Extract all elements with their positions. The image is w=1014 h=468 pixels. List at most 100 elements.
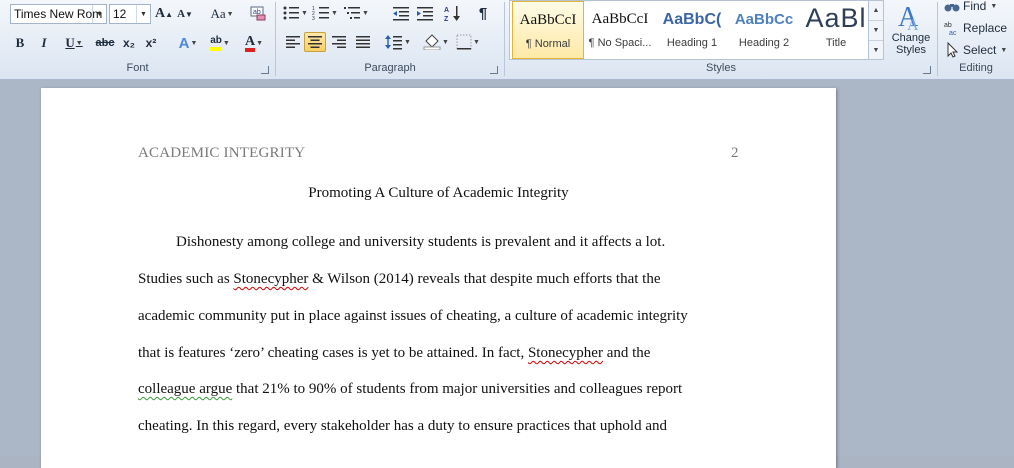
document-title[interactable]: Promoting A Culture of Academic Integrit… (138, 185, 739, 202)
change-case-button[interactable]: Aa ▼ (207, 4, 237, 24)
misspelled-word[interactable]: Stonecypher (233, 271, 308, 287)
dialog-launcher-icon[interactable]: ↘ (490, 66, 498, 74)
subscript-button[interactable]: x₂ (120, 33, 138, 53)
bold-button[interactable]: B (12, 33, 28, 53)
numbered-list-icon: 123 (312, 6, 330, 21)
font-color-button[interactable]: A ▼ (240, 33, 268, 53)
multilevel-list-button[interactable]: ▼ (342, 3, 370, 23)
find-button[interactable]: Find ▼ (944, 0, 1010, 16)
text-run: & Wilson (2014) (312, 271, 414, 287)
dialog-launcher-icon[interactable]: ↘ (923, 66, 931, 74)
show-formatting-marks-button[interactable]: ¶ (472, 3, 494, 23)
italic-button[interactable]: I (36, 33, 52, 53)
style-title[interactable]: AaBl Title (800, 1, 872, 59)
running-header[interactable]: ACADEMIC INTEGRITY (138, 145, 305, 162)
binoculars-icon (944, 4, 960, 12)
text-run: that 21% to 90% of students from major u… (236, 381, 683, 397)
paragraph-line[interactable]: colleague argue that 21% to 90% of stude… (138, 381, 682, 398)
paragraph-line[interactable]: cheating. In this regard, every stakehol… (138, 418, 667, 435)
strikethrough-button[interactable]: abc (94, 33, 116, 53)
chevron-down-icon: ▼ (1000, 46, 1008, 54)
styles-gallery-scrollbar[interactable]: ▲ ▼ ▼ (869, 0, 884, 60)
misspelled-word[interactable]: Stonecypher (528, 345, 603, 361)
svg-text:3: 3 (312, 16, 315, 21)
font-group: Times New Rom ▼ 12 ▼ A ▲ A ▼ Aa ▼ ab B I U ▼… (0, 0, 275, 79)
style-heading-1[interactable]: AaBbC( Heading 1 (656, 1, 728, 59)
paragraph-group-label: Paragraph (364, 62, 416, 74)
align-center-button[interactable] (304, 32, 326, 52)
text-run: reveals that despite much efforts that t… (417, 271, 661, 287)
text-run: and the (606, 345, 651, 361)
paragraph-line[interactable]: academic community put in place against … (138, 308, 688, 325)
bullet-list-icon (283, 6, 300, 20)
grow-font-button[interactable]: A ▲ (155, 4, 173, 24)
increase-indent-button[interactable] (414, 3, 436, 23)
up-arrow-icon: ▲ (165, 9, 174, 19)
paragraph-line[interactable]: Dishonesty among college and university … (176, 234, 665, 251)
paragraph-line[interactable]: Studies such as Stonecypher & Wilson (20… (138, 271, 661, 288)
font-size-combo[interactable]: 12 ▼ (109, 4, 151, 24)
chevron-down-icon[interactable]: ▼ (136, 5, 150, 23)
select-label: Select (963, 43, 997, 57)
text-effects-button[interactable]: A ▼ (174, 33, 202, 53)
style-preview: AaBbCcI (519, 12, 577, 28)
chevron-down-icon: ▼ (190, 39, 198, 47)
font-group-label: Font (126, 62, 149, 74)
highlighter-icon: ab (210, 35, 222, 51)
chevron-down-icon: ▼ (442, 38, 449, 46)
svg-text:ac: ac (949, 30, 957, 36)
scroll-up-icon[interactable]: ▲ (869, 1, 883, 21)
align-right-button[interactable] (328, 32, 350, 52)
page-number[interactable]: 2 (731, 145, 739, 162)
decrease-indent-button[interactable] (390, 3, 412, 23)
outdent-icon (393, 7, 409, 21)
chevron-down-icon: ▼ (331, 9, 338, 17)
style-name: Title (825, 37, 847, 49)
numbering-button[interactable]: 1 2 3 ▼ (312, 3, 338, 23)
style-name: ¶ No Spaci... (588, 37, 652, 49)
shading-button[interactable]: ▼ (422, 32, 450, 52)
change-styles-label: Change Styles (891, 32, 931, 56)
chevron-down-icon[interactable]: ▼ (92, 5, 106, 23)
change-styles-button[interactable]: AA Change Styles (888, 0, 934, 60)
style-preview: AaBbCcI (591, 11, 649, 27)
paint-bucket-icon (423, 34, 441, 50)
style-normal[interactable]: AaBbCcI ¶ Normal (512, 1, 584, 59)
styles-group-label: Styles (706, 62, 736, 74)
svg-text:A: A (444, 7, 449, 14)
style-heading-2[interactable]: AaBbCc Heading 2 (728, 1, 800, 59)
grammar-flagged-phrase[interactable]: colleague argue (138, 381, 232, 397)
text-run: that is features ‘zero’ cheating cases i… (138, 345, 525, 361)
replace-label: Replace (963, 21, 1008, 35)
replace-button[interactable]: ab ac Replace (944, 18, 1014, 38)
eraser-icon: ab (250, 6, 266, 21)
font-name-combo[interactable]: Times New Rom ▼ (10, 4, 107, 24)
align-left-button[interactable] (282, 32, 304, 52)
borders-button[interactable]: ▼ (454, 32, 482, 52)
sort-button[interactable]: AZ (442, 3, 464, 23)
superscript-button[interactable]: x² (142, 33, 160, 53)
more-icon[interactable]: ▼ (869, 41, 883, 60)
document-page[interactable]: ACADEMIC INTEGRITY 2 Promoting A Culture… (41, 88, 836, 468)
style-no-spacing[interactable]: AaBbCcI ¶ No Spaci... (584, 1, 656, 59)
shrink-font-button[interactable]: A ▼ (176, 4, 194, 24)
dialog-launcher-icon[interactable]: ↘ (261, 66, 269, 74)
select-button[interactable]: Select ▼ (944, 40, 1010, 60)
underline-button[interactable]: U ▼ (60, 33, 88, 53)
document-workspace[interactable]: ACADEMIC INTEGRITY 2 Promoting A Culture… (0, 80, 1014, 468)
justify-button[interactable] (352, 32, 374, 52)
change-styles-icon: AA (898, 2, 919, 32)
bullets-button[interactable]: ▼ (282, 3, 308, 23)
style-name: Heading 2 (738, 37, 790, 49)
style-name: ¶ Normal (525, 38, 571, 50)
style-name: Heading 1 (666, 37, 718, 49)
paragraph-line[interactable]: that is features ‘zero’ cheating cases i… (138, 345, 650, 362)
line-spacing-button[interactable]: ▼ (384, 32, 412, 52)
scroll-down-icon[interactable]: ▼ (869, 21, 883, 41)
chevron-down-icon: ▼ (473, 38, 480, 46)
chevron-down-icon: ▼ (404, 38, 411, 46)
highlight-button[interactable]: ab ▼ (205, 33, 235, 53)
ribbon: Times New Rom ▼ 12 ▼ A ▲ A ▼ Aa ▼ ab B I U ▼… (0, 0, 1014, 80)
clear-formatting-button[interactable]: ab (248, 3, 268, 23)
style-preview: AaBbCc (734, 11, 794, 28)
